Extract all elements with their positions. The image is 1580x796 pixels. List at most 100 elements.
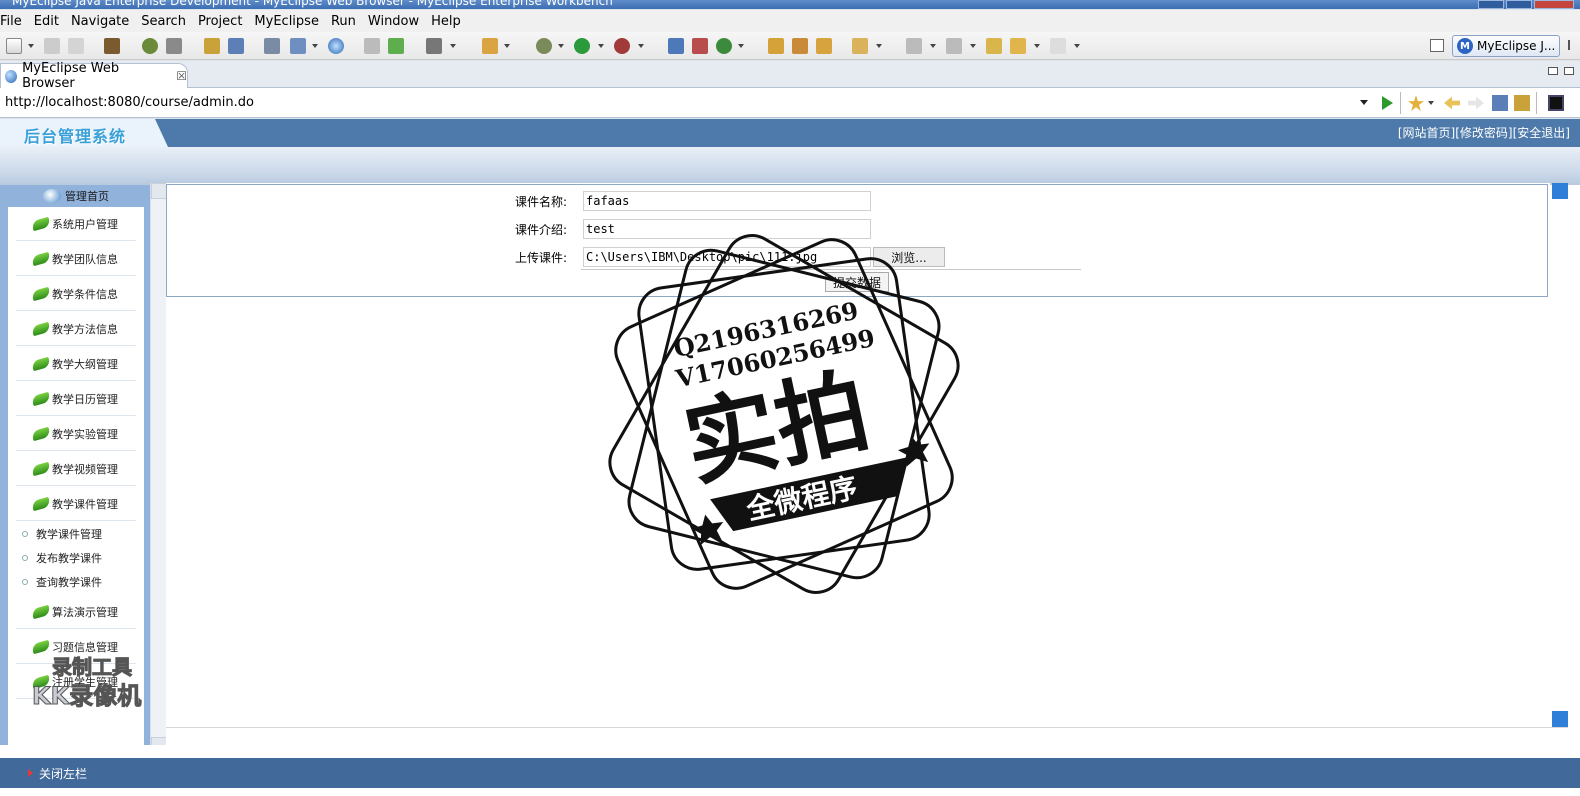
menu-project[interactable]: Project xyxy=(198,14,250,29)
debug-dropdown-icon[interactable] xyxy=(558,44,564,48)
intro-input[interactable]: test xyxy=(583,219,871,239)
sub-item-query-courseware[interactable]: 查询教学课件 xyxy=(22,571,102,593)
sidebar-item-exercises[interactable]: 习题信息管理 xyxy=(16,630,136,664)
tools-icon[interactable] xyxy=(792,38,808,54)
menu-myeclipse[interactable]: MyEclipse xyxy=(254,14,327,29)
package-icon[interactable] xyxy=(104,38,120,54)
open-perspective-icon[interactable] xyxy=(1430,39,1444,52)
back-icon[interactable] xyxy=(1010,38,1026,54)
save-icon[interactable] xyxy=(44,38,60,54)
sidebar-item-teaching-conditions[interactable]: 教学条件信息 xyxy=(16,277,136,311)
forward-dropdown-icon[interactable] xyxy=(1074,44,1080,48)
run-icon[interactable] xyxy=(574,38,590,54)
prev-annotation-icon[interactable] xyxy=(946,38,962,54)
menu-edit[interactable]: Edit xyxy=(34,14,67,29)
open-folder-icon[interactable] xyxy=(768,38,784,54)
last-edit-icon[interactable] xyxy=(986,38,1002,54)
sidebar-item-calendar[interactable]: 教学日历管理 xyxy=(16,382,136,416)
menu-file[interactable]: File xyxy=(0,14,30,29)
submit-button[interactable]: 提交数据 xyxy=(825,272,889,292)
back-dropdown-icon[interactable] xyxy=(1034,44,1040,48)
sub-item-publish-courseware[interactable]: 发布教学课件 xyxy=(22,547,102,569)
favorites-dropdown-icon[interactable] xyxy=(1428,101,1434,105)
browser-back-icon[interactable] xyxy=(1444,96,1460,110)
menu-window[interactable]: Window xyxy=(368,14,427,29)
folder-dropdown-icon[interactable] xyxy=(876,44,882,48)
folder-icon[interactable] xyxy=(852,38,868,54)
menu-help[interactable]: Help xyxy=(431,14,469,29)
forward-icon[interactable] xyxy=(1050,38,1066,54)
new-package-icon[interactable] xyxy=(482,38,498,54)
sidebar-scrollbar[interactable] xyxy=(150,183,167,753)
content-scrollbar[interactable] xyxy=(1552,183,1568,727)
browser-icon[interactable] xyxy=(328,38,344,54)
run-dropdown-icon[interactable] xyxy=(598,44,604,48)
scroll-up-icon[interactable] xyxy=(151,183,167,199)
sidebar-item-teaching-methods[interactable]: 教学方法信息 xyxy=(16,312,136,346)
external-tools-dropdown-icon[interactable] xyxy=(638,44,644,48)
close-window-button[interactable] xyxy=(1534,0,1574,9)
sidebar-item-syllabus[interactable]: 教学大纲管理 xyxy=(16,347,136,381)
run-server-icon[interactable] xyxy=(290,38,306,54)
link-logout[interactable]: [安全退出] xyxy=(1513,124,1570,141)
browser-settings-icon[interactable] xyxy=(1548,95,1564,111)
external-tools-icon[interactable] xyxy=(614,38,630,54)
scroll-down-icon[interactable] xyxy=(1552,711,1568,727)
content-horizontal-scrollbar[interactable] xyxy=(166,727,1568,745)
sidebar-item-courseware[interactable]: 教学课件管理 xyxy=(16,487,136,521)
sidebar-item-experiments[interactable]: 教学实验管理 xyxy=(16,417,136,451)
close-sidebar-link[interactable]: 关闭左栏 xyxy=(39,765,87,782)
link-change-password[interactable]: [修改密码] xyxy=(1455,124,1512,141)
refresh-icon[interactable] xyxy=(716,38,732,54)
browser-refresh-icon[interactable] xyxy=(1514,95,1530,111)
debug-run-icon[interactable] xyxy=(536,38,552,54)
minimize-view-icon[interactable] xyxy=(1548,67,1558,75)
camera-dropdown-icon[interactable] xyxy=(450,44,456,48)
sidebar-title[interactable]: 管理首页 xyxy=(0,185,152,207)
sidebar-item-students[interactable]: 注册学生管理 xyxy=(16,665,136,699)
deploy-icon[interactable] xyxy=(204,38,220,54)
server-icon[interactable] xyxy=(166,38,182,54)
tab-web-browser[interactable]: MyEclipse Web Browser ☒ xyxy=(0,61,188,91)
new-java-icon[interactable] xyxy=(388,38,404,54)
url-input[interactable]: http://localhost:8080/course/admin.do xyxy=(4,91,1364,113)
browser-stop-icon[interactable] xyxy=(1492,95,1508,111)
scroll-up-icon[interactable] xyxy=(1552,183,1568,199)
url-history-dropdown-icon[interactable] xyxy=(1360,100,1368,105)
menu-run[interactable]: Run xyxy=(331,14,364,29)
next-annotation-icon[interactable] xyxy=(906,38,922,54)
sidebar-item-algorithm-demo[interactable]: 算法演示管理 xyxy=(16,595,136,629)
tab-close-icon[interactable]: ☒ xyxy=(176,69,187,83)
sub-item-courseware-manage[interactable]: 教学课件管理 xyxy=(22,523,102,545)
debug-icon[interactable] xyxy=(142,38,158,54)
new-web-project-icon[interactable] xyxy=(668,38,684,54)
run-server-dropdown-icon[interactable] xyxy=(312,44,318,48)
maximize-view-icon[interactable] xyxy=(1564,67,1574,75)
servers-icon[interactable] xyxy=(264,38,280,54)
new-dropdown-icon[interactable] xyxy=(28,44,34,48)
new-package-dropdown-icon[interactable] xyxy=(504,44,510,48)
sidebar-item-system-users[interactable]: 系统用户管理 xyxy=(16,207,136,241)
browser-forward-icon[interactable] xyxy=(1468,96,1484,110)
toolbar-overflow-icon[interactable] xyxy=(1568,40,1576,50)
sidebar-item-videos[interactable]: 教学视频管理 xyxy=(16,452,136,486)
favorites-icon[interactable] xyxy=(1408,95,1424,111)
sidebar-item-teaching-team[interactable]: 教学团队信息 xyxy=(16,242,136,276)
perspective-myeclipse-button[interactable]: M MyEclipse J... xyxy=(1452,35,1560,57)
minimize-button[interactable] xyxy=(1478,0,1504,9)
open-type-icon[interactable] xyxy=(364,38,380,54)
refresh-dropdown-icon[interactable] xyxy=(738,44,744,48)
upload-file-input[interactable]: C:\Users\IBM\Desktop\pic\111.jpg xyxy=(583,247,871,267)
menu-navigate[interactable]: Navigate xyxy=(71,14,137,29)
new-icon[interactable] xyxy=(6,38,22,54)
menu-search[interactable]: Search xyxy=(141,14,194,29)
undeploy-icon[interactable] xyxy=(228,38,244,54)
go-icon[interactable] xyxy=(1382,96,1393,110)
prev-annotation-dropdown-icon[interactable] xyxy=(970,44,976,48)
print-icon[interactable] xyxy=(68,38,84,54)
new-ejb-icon[interactable] xyxy=(692,38,708,54)
browse-button[interactable]: 浏览... xyxy=(873,247,945,267)
maximize-button[interactable] xyxy=(1506,0,1532,9)
next-annotation-dropdown-icon[interactable] xyxy=(930,44,936,48)
name-input[interactable]: fafaas xyxy=(583,191,871,211)
